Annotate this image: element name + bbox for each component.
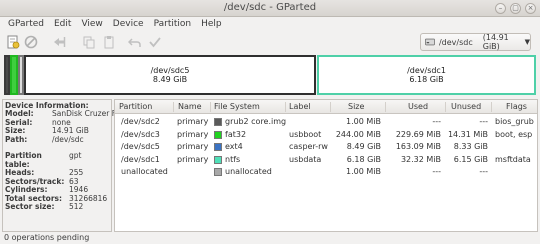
cell-size: 244.00 MiB <box>335 129 381 139</box>
menu-gparted[interactable]: GParted <box>3 19 49 29</box>
menu-help[interactable]: Help <box>196 19 227 29</box>
map-label-sdc5-size: 8.49 GiB <box>152 75 188 84</box>
map-block-sdc3[interactable] <box>10 55 18 95</box>
filesystem-color-swatch <box>214 118 222 126</box>
info-path-key: Path: <box>5 134 28 144</box>
device-size: (14.91 GiB) <box>482 33 509 51</box>
menu-partition[interactable]: Partition <box>149 19 197 29</box>
column-used[interactable]: Used <box>408 102 428 111</box>
map-block-sdc5[interactable]: /dev/sdc5 8.49 GiB <box>24 55 316 95</box>
close-button[interactable]: × <box>525 3 536 14</box>
harddisk-icon <box>425 38 435 46</box>
device-name: /dev/sdc <box>438 37 473 47</box>
filesystem-color-swatch <box>214 168 222 176</box>
cell-label: usbboot <box>289 129 322 139</box>
cell-used: --- <box>432 167 441 176</box>
table-row[interactable]: /dev/sdc1 primary ntfs usbdata 6.18 GiB 32.32… <box>115 154 537 166</box>
gparted-window: /dev/sdc - GParted – ▢ × GParted Edit Vi… <box>0 0 540 244</box>
cell-flags: boot, esp <box>495 129 533 139</box>
cell-name: primary <box>177 117 209 126</box>
column-name[interactable]: Name <box>178 102 202 111</box>
menu-edit[interactable]: Edit <box>49 19 76 29</box>
undo-icon[interactable] <box>128 35 142 49</box>
cell-used: 163.09 MiB <box>395 142 441 151</box>
column-label[interactable]: Label <box>289 102 311 111</box>
cell-name: primary <box>177 154 209 164</box>
cell-unused: 8.33 GiB <box>453 142 488 151</box>
cell-partition: unallocated <box>121 167 168 176</box>
column-file-system[interactable]: File System <box>214 102 260 111</box>
table-header: Partition Name File System Label Size Us… <box>115 100 537 114</box>
paste-icon[interactable] <box>102 35 116 49</box>
chevron-down-icon: ▼ <box>524 38 530 46</box>
cell-unused: 14.31 MiB <box>447 129 488 139</box>
menu-view[interactable]: View <box>76 19 107 29</box>
window-title: /dev/sdc - GParted <box>223 2 317 13</box>
cell-fs: ext4 <box>225 142 243 151</box>
table-row[interactable]: /dev/sdc2 primary grub2 core.img 1.00 MiB --… <box>115 116 537 128</box>
new-partition-icon[interactable] <box>6 35 20 49</box>
device-info-panel: Device Information: Model: SanDisk Cruzer… <box>2 99 121 232</box>
info-ptable-key: Partition table: <box>5 151 42 169</box>
partition-map: /dev/sdc5 8.49 GiB /dev/sdc1 6.18 GiB <box>4 55 536 95</box>
cell-partition: /dev/sdc3 <box>121 129 160 139</box>
table-row[interactable]: /dev/sdc5 primary ext4 casper-rw 8.49 GiB 163… <box>115 141 537 153</box>
cell-size: 6.18 GiB <box>346 154 381 164</box>
cell-partition: /dev/sdc5 <box>121 142 160 151</box>
cell-partition: /dev/sdc2 <box>121 117 160 126</box>
cell-unused: 6.15 GiB <box>453 154 488 164</box>
delete-icon[interactable] <box>24 35 38 49</box>
map-label-sdc1-size: 6.18 GiB <box>409 75 444 84</box>
filesystem-color-swatch <box>214 155 222 164</box>
filesystem-color-swatch <box>214 130 222 139</box>
cell-flags: msftdata <box>495 154 531 164</box>
column-flags[interactable]: Flags <box>506 102 527 111</box>
cell-unused: --- <box>479 117 488 126</box>
status-bar: 0 operations pending <box>4 233 90 242</box>
cell-size: 8.49 GiB <box>346 142 381 151</box>
cell-fs: fat32 <box>225 129 247 139</box>
map-block-sdc1[interactable]: /dev/sdc1 6.18 GiB <box>317 55 536 95</box>
info-path-value: /dev/sdc <box>52 134 84 144</box>
cell-size: 1.00 MiB <box>346 167 381 176</box>
table-row[interactable]: /dev/sdc3 primary fat32 usbboot 244.00 MiB 22… <box>115 129 537 141</box>
partition-table: Partition Name File System Label Size Us… <box>114 99 538 232</box>
cell-name: primary <box>177 142 209 151</box>
cell-unused: --- <box>479 167 488 176</box>
column-unused[interactable]: Unused <box>451 102 481 111</box>
menu-bar: GParted Edit View Device Partition Help <box>0 17 540 31</box>
maximize-button[interactable]: ▢ <box>510 3 521 14</box>
cell-partition: /dev/sdc1 <box>121 154 160 164</box>
cell-flags: bios_grub <box>495 117 534 126</box>
info-sector-size-value: 512 <box>69 202 84 211</box>
cell-used: --- <box>432 117 441 126</box>
cell-fs: grub2 core.img <box>225 117 287 126</box>
cell-label: usbdata <box>289 154 322 164</box>
cell-used: 32.32 MiB <box>400 154 441 164</box>
cell-label: casper-rw <box>289 142 328 151</box>
copy-icon[interactable] <box>82 35 96 49</box>
info-ptable-value: gpt <box>69 151 82 160</box>
table-row[interactable]: unallocated unallocated 1.00 MiB --- --- <box>115 166 537 178</box>
cell-fs: ntfs <box>225 154 241 164</box>
cell-used: 229.69 MiB <box>395 129 441 139</box>
cell-size: 1.00 MiB <box>346 117 381 126</box>
column-partition[interactable]: Partition <box>119 102 152 111</box>
resize-move-icon[interactable] <box>52 35 66 49</box>
cell-fs: unallocated <box>225 167 272 176</box>
column-size[interactable]: Size <box>348 102 364 111</box>
menu-device[interactable]: Device <box>108 19 149 29</box>
minimize-button[interactable]: – <box>495 3 506 14</box>
apply-icon[interactable] <box>148 35 162 49</box>
info-sector-size-key: Sector size: <box>5 202 55 211</box>
cell-name: primary <box>177 129 209 139</box>
title-bar: /dev/sdc - GParted – ▢ × <box>0 0 540 17</box>
filesystem-color-swatch <box>214 143 222 151</box>
device-selector[interactable]: /dev/sdc (14.91 GiB) ▼ <box>420 33 531 51</box>
